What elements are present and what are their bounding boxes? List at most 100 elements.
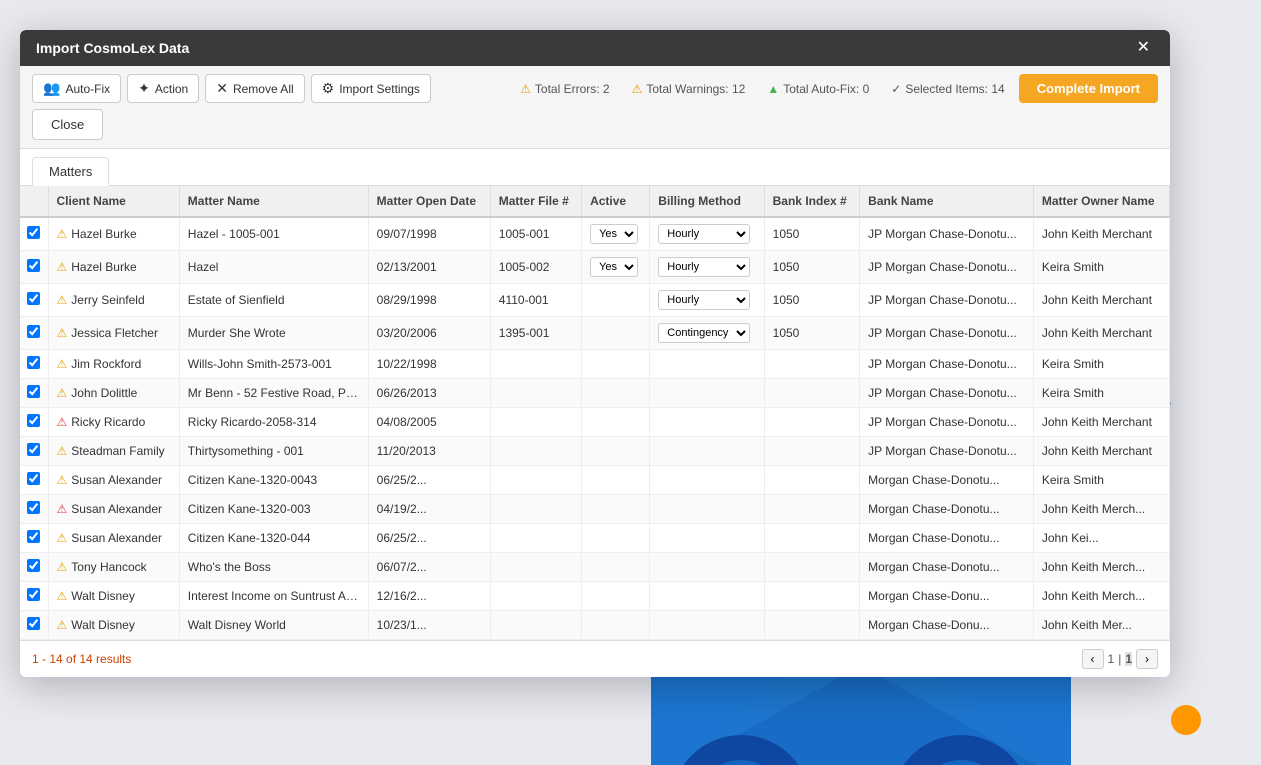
matter-name-cell: Mr Benn - 52 Festive Road, Putne <box>179 379 368 408</box>
client-name: Jim Rockford <box>71 357 141 371</box>
billing-select[interactable]: HourlyContingencyFlat Fee <box>658 323 750 343</box>
row-checkbox[interactable] <box>27 501 40 514</box>
active-cell[interactable] <box>582 524 650 553</box>
row-checkbox-cell[interactable] <box>20 495 48 524</box>
active-cell[interactable] <box>582 350 650 379</box>
col-billing-method[interactable]: Billing Method <box>650 186 764 217</box>
billing-method-cell[interactable]: HourlyContingencyFlat Fee <box>650 251 764 284</box>
row-checkbox[interactable] <box>27 588 40 601</box>
row-checkbox-cell[interactable] <box>20 553 48 582</box>
col-bank-index[interactable]: Bank Index # <box>764 186 860 217</box>
billing-method-cell[interactable]: HourlyContingencyFlat Fee <box>650 317 764 350</box>
billing-select[interactable]: HourlyContingencyFlat Fee <box>658 257 750 277</box>
row-checkbox-cell[interactable] <box>20 217 48 251</box>
owner-name-cell: Keira Smith <box>1033 379 1169 408</box>
billing-method-cell[interactable] <box>650 495 764 524</box>
results-count: 1 - 14 of 14 results <box>32 652 131 666</box>
action-button[interactable]: ✦ Action <box>127 74 199 103</box>
dialog-close-button[interactable]: ✕ <box>1133 40 1154 56</box>
row-checkbox[interactable] <box>27 385 40 398</box>
billing-method-cell[interactable]: HourlyContingencyFlat Fee <box>650 284 764 317</box>
table-container[interactable]: Client Name Matter Name Matter Open Date… <box>20 186 1170 641</box>
import-settings-button[interactable]: ⚙ Import Settings <box>311 74 431 103</box>
billing-method-cell[interactable] <box>650 408 764 437</box>
active-cell[interactable] <box>582 317 650 350</box>
billing-method-cell[interactable]: HourlyContingencyFlat Fee <box>650 217 764 251</box>
row-checkbox-cell[interactable] <box>20 524 48 553</box>
active-cell[interactable]: YesNo <box>582 217 650 251</box>
active-cell[interactable] <box>582 466 650 495</box>
row-checkbox[interactable] <box>27 530 40 543</box>
billing-method-cell[interactable] <box>650 611 764 640</box>
owner-name-cell: John Keith Merch... <box>1033 495 1169 524</box>
billing-select[interactable]: HourlyContingencyFlat Fee <box>658 290 750 310</box>
row-checkbox[interactable] <box>27 472 40 485</box>
errors-icon: ⚠ <box>520 82 531 96</box>
row-checkbox-cell[interactable] <box>20 466 48 495</box>
billing-method-cell[interactable] <box>650 553 764 582</box>
row-checkbox[interactable] <box>27 259 40 272</box>
col-bank-name[interactable]: Bank Name <box>860 186 1034 217</box>
row-checkbox-cell[interactable] <box>20 437 48 466</box>
active-select[interactable]: YesNo <box>590 224 638 244</box>
open-date-cell: 04/08/2005 <box>368 408 490 437</box>
action-label: Action <box>155 82 188 96</box>
active-cell[interactable] <box>582 408 650 437</box>
col-active[interactable]: Active <box>582 186 650 217</box>
dialog-header: Import CosmoLex Data ✕ <box>20 30 1170 66</box>
active-cell[interactable] <box>582 495 650 524</box>
row-checkbox-cell[interactable] <box>20 582 48 611</box>
col-matter-name[interactable]: Matter Name <box>179 186 368 217</box>
active-cell[interactable] <box>582 611 650 640</box>
row-checkbox-cell[interactable] <box>20 611 48 640</box>
col-matter-file[interactable]: Matter File # <box>490 186 581 217</box>
row-checkbox-cell[interactable] <box>20 379 48 408</box>
row-checkbox[interactable] <box>27 443 40 456</box>
row-checkbox[interactable] <box>27 356 40 369</box>
row-checkbox-cell[interactable] <box>20 408 48 437</box>
client-name-cell: ⚠Susan Alexander <box>48 495 179 524</box>
table-row: ⚠Walt DisneyWalt Disney World10/23/1...M… <box>20 611 1170 640</box>
active-cell[interactable]: YesNo <box>582 251 650 284</box>
row-checkbox[interactable] <box>27 292 40 305</box>
row-checkbox[interactable] <box>27 414 40 427</box>
autofix-icon: ▲ <box>767 82 779 96</box>
billing-method-cell[interactable] <box>650 379 764 408</box>
row-checkbox[interactable] <box>27 617 40 630</box>
client-name: Susan Alexander <box>71 473 162 487</box>
col-matter-open-date[interactable]: Matter Open Date <box>368 186 490 217</box>
row-checkbox[interactable] <box>27 325 40 338</box>
active-cell[interactable] <box>582 553 650 582</box>
remove-all-button[interactable]: ✕ Remove All <box>205 74 304 103</box>
prev-page-button[interactable]: ‹ <box>1082 649 1104 669</box>
total-errors-stat: ⚠ Total Errors: 2 <box>512 82 617 96</box>
auto-fix-button[interactable]: 👥 Auto-Fix <box>32 74 121 103</box>
file-num-cell <box>490 553 581 582</box>
billing-method-cell[interactable] <box>650 524 764 553</box>
close-button[interactable]: Close <box>32 109 103 140</box>
tab-matters[interactable]: Matters <box>32 157 109 186</box>
row-checkbox[interactable] <box>27 226 40 239</box>
row-checkbox-cell[interactable] <box>20 350 48 379</box>
complete-import-button[interactable]: Complete Import <box>1019 74 1158 103</box>
active-cell[interactable] <box>582 284 650 317</box>
billing-method-cell[interactable] <box>650 582 764 611</box>
active-cell[interactable] <box>582 582 650 611</box>
row-checkbox-cell[interactable] <box>20 284 48 317</box>
row-checkbox-cell[interactable] <box>20 317 48 350</box>
remove-all-icon: ✕ <box>216 80 228 97</box>
active-cell[interactable] <box>582 437 650 466</box>
col-owner-name[interactable]: Matter Owner Name <box>1033 186 1169 217</box>
next-page-button[interactable]: › <box>1136 649 1158 669</box>
page-sep: | <box>1118 652 1121 666</box>
billing-select[interactable]: HourlyContingencyFlat Fee <box>658 224 750 244</box>
active-cell[interactable] <box>582 379 650 408</box>
col-client-name[interactable]: Client Name <box>48 186 179 217</box>
billing-method-cell[interactable] <box>650 437 764 466</box>
bank-name-cell: JP Morgan Chase-Donotu... <box>860 408 1034 437</box>
row-checkbox-cell[interactable] <box>20 251 48 284</box>
billing-method-cell[interactable] <box>650 466 764 495</box>
row-checkbox[interactable] <box>27 559 40 572</box>
billing-method-cell[interactable] <box>650 350 764 379</box>
active-select[interactable]: YesNo <box>590 257 638 277</box>
